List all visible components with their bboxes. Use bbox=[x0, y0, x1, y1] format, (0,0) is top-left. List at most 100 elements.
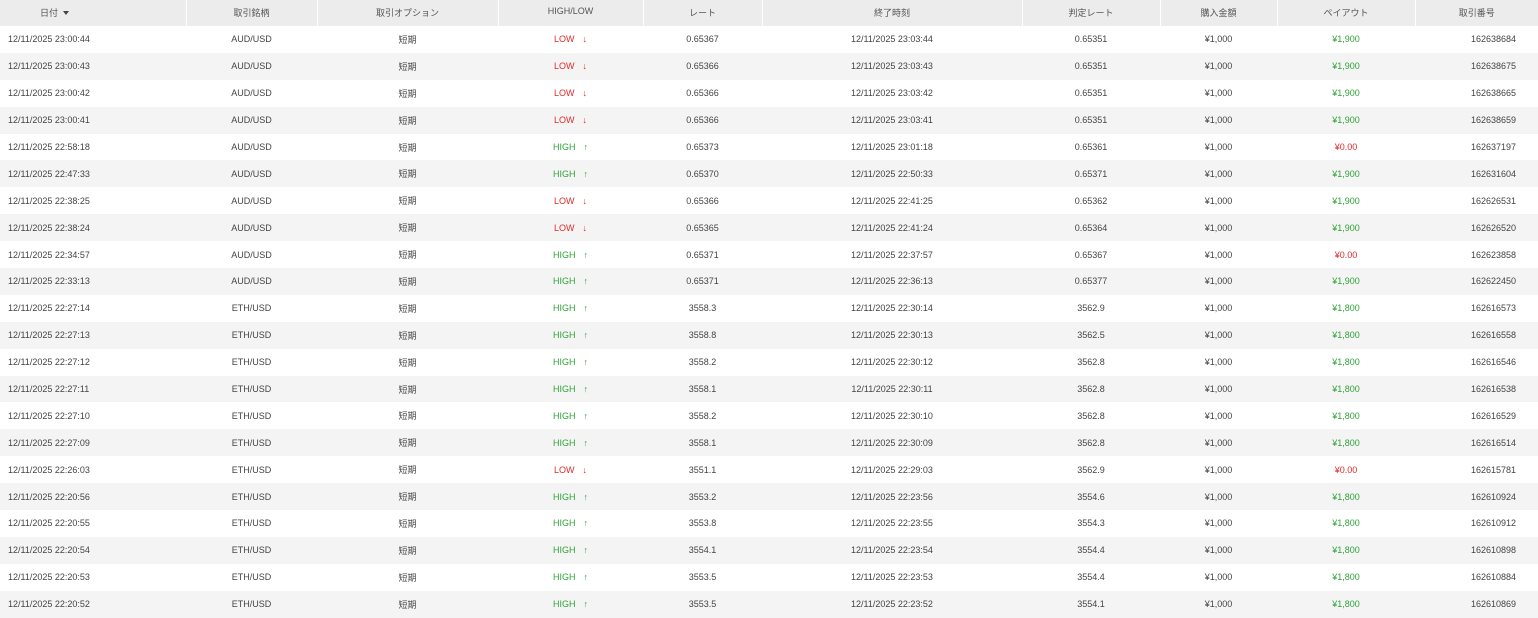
cell-rate: 0.65370 bbox=[686, 168, 719, 179]
cell-amount: ¥1,000 bbox=[1204, 222, 1233, 233]
cell-judge-rate: 0.65362 bbox=[1074, 195, 1108, 206]
cell-option: 短期 bbox=[398, 303, 417, 314]
cell-amount: ¥1,000 bbox=[1204, 437, 1233, 448]
cell-end-time: 12/11/2025 23:03:44 bbox=[851, 34, 933, 45]
cell-direction: HIGH ↑ bbox=[498, 402, 643, 429]
header-date[interactable]: 日付 bbox=[0, 0, 187, 26]
direction-label: HIGH bbox=[553, 330, 576, 341]
arrow-up-icon: ↑ bbox=[583, 410, 589, 421]
cell-amount: ¥1,000 bbox=[1204, 142, 1233, 152]
cell-payout: ¥1,900 bbox=[1332, 195, 1360, 206]
header-trade-id: 取引番号 bbox=[1458, 8, 1495, 18]
direction-label: HIGH bbox=[553, 142, 576, 152]
cell-trade-id: 162638665 bbox=[1470, 88, 1516, 99]
cell-end-time: 12/11/2025 22:23:55 bbox=[851, 518, 933, 529]
cell-direction: LOW ↓ bbox=[498, 26, 643, 53]
cell-payout: ¥1,800 bbox=[1332, 572, 1360, 583]
cell-date: 12/11/2025 22:20:53 bbox=[8, 572, 90, 583]
cell-date: 12/11/2025 22:27:09 bbox=[8, 437, 90, 448]
cell-option: 短期 bbox=[398, 411, 417, 422]
cell-date: 12/11/2025 23:00:42 bbox=[8, 88, 90, 99]
cell-option: 短期 bbox=[398, 492, 417, 503]
cell-trade-id: 162616546 bbox=[1470, 357, 1516, 368]
cell-pair: AUD/USD bbox=[231, 115, 272, 126]
cell-pair: ETH/USD bbox=[231, 410, 272, 421]
arrow-up-icon: ↑ bbox=[583, 357, 589, 368]
cell-date: 12/11/2025 22:20:54 bbox=[8, 545, 90, 556]
cell-option: 短期 bbox=[398, 330, 417, 341]
cell-end-time: 12/11/2025 23:03:43 bbox=[851, 61, 933, 72]
cell-payout: ¥1,800 bbox=[1332, 384, 1360, 395]
cell-direction: HIGH ↑ bbox=[498, 564, 643, 591]
cell-pair: ETH/USD bbox=[231, 464, 272, 475]
cell-direction: HIGH ↑ bbox=[498, 537, 643, 564]
arrow-down-icon: ↓ bbox=[582, 115, 588, 126]
cell-judge-rate: 0.65377 bbox=[1074, 276, 1108, 287]
cell-date: 12/11/2025 22:38:25 bbox=[8, 195, 90, 206]
cell-pair: AUD/USD bbox=[231, 61, 272, 72]
cell-judge-rate: 3554.1 bbox=[1077, 599, 1105, 610]
header-direction: HIGH/LOW bbox=[498, 0, 644, 26]
cell-rate: 0.65371 bbox=[686, 249, 719, 260]
cell-trade-id: 162616538 bbox=[1470, 384, 1516, 395]
cell-direction: HIGH ↑ bbox=[498, 268, 643, 295]
cell-amount: ¥1,000 bbox=[1204, 599, 1233, 610]
table-row: 12/11/2025 22:27:09 ETH/USD 短期 HIGH ↑ 3558.1 1… bbox=[0, 429, 1538, 457]
table-row: 12/11/2025 22:20:53 ETH/USD 短期 HIGH ↑ 3553.5 1… bbox=[0, 563, 1538, 591]
table-row: 12/11/2025 23:00:41 AUD/USD 短期 LOW ↓ 0.65366 1… bbox=[0, 106, 1538, 134]
cell-judge-rate: 3554.4 bbox=[1077, 545, 1105, 556]
cell-trade-id: 162626520 bbox=[1470, 222, 1516, 233]
cell-rate: 3558.2 bbox=[688, 410, 717, 421]
cell-option: 短期 bbox=[398, 250, 417, 261]
cell-payout: ¥1,900 bbox=[1332, 61, 1360, 72]
table-row: 12/11/2025 23:00:42 AUD/USD 短期 LOW ↓ 0.65366 1… bbox=[0, 79, 1538, 107]
cell-payout: ¥0.00 bbox=[1334, 249, 1358, 260]
cell-amount: ¥1,000 bbox=[1204, 545, 1233, 556]
cell-pair: AUD/USD bbox=[231, 34, 272, 45]
cell-rate: 3558.3 bbox=[688, 303, 717, 314]
cell-end-time: 12/11/2025 22:30:12 bbox=[851, 357, 933, 368]
cell-direction: HIGH ↑ bbox=[498, 295, 643, 322]
direction-label: HIGH bbox=[553, 384, 576, 395]
direction-label: LOW bbox=[553, 222, 575, 233]
table-row: 12/11/2025 23:00:43 AUD/USD 短期 LOW ↓ 0.65366 1… bbox=[0, 52, 1538, 80]
cell-option: 短期 bbox=[398, 61, 417, 72]
cell-end-time: 12/11/2025 22:30:11 bbox=[851, 384, 933, 395]
cell-rate: 3553.2 bbox=[688, 491, 717, 502]
cell-payout: ¥1,800 bbox=[1332, 491, 1360, 502]
cell-amount: ¥1,000 bbox=[1204, 357, 1233, 368]
cell-date: 12/11/2025 22:27:11 bbox=[8, 384, 90, 395]
sort-down-icon[interactable] bbox=[63, 11, 70, 15]
cell-pair: ETH/USD bbox=[231, 491, 272, 502]
cell-end-time: 12/11/2025 22:23:53 bbox=[851, 572, 933, 583]
direction-label: LOW bbox=[553, 464, 575, 475]
cell-amount: ¥1,000 bbox=[1204, 276, 1233, 287]
cell-payout: ¥1,900 bbox=[1332, 276, 1360, 287]
cell-direction: HIGH ↑ bbox=[498, 349, 643, 376]
cell-end-time: 12/11/2025 22:23:54 bbox=[851, 545, 933, 556]
cell-option: 短期 bbox=[398, 357, 417, 368]
cell-pair: ETH/USD bbox=[231, 518, 272, 529]
cell-rate: 0.65366 bbox=[686, 61, 719, 72]
cell-end-time: 12/11/2025 22:41:24 bbox=[851, 222, 933, 233]
cell-trade-id: 162610898 bbox=[1470, 545, 1516, 556]
cell-amount: ¥1,000 bbox=[1204, 61, 1233, 72]
cell-rate: 3558.1 bbox=[688, 384, 717, 395]
cell-pair: ETH/USD bbox=[231, 437, 272, 448]
cell-direction: HIGH ↑ bbox=[498, 241, 643, 268]
cell-trade-id: 162610912 bbox=[1470, 518, 1516, 529]
direction-label: LOW bbox=[553, 115, 575, 126]
cell-judge-rate: 0.65351 bbox=[1074, 115, 1108, 126]
cell-judge-rate: 0.65351 bbox=[1074, 34, 1108, 45]
cell-rate: 0.65373 bbox=[686, 142, 719, 152]
table-header: 日付 取引銘柄 取引オプション HIGH/LOW レート 終了時刻 判定レート … bbox=[0, 0, 1538, 26]
arrow-down-icon: ↓ bbox=[582, 61, 588, 72]
cell-pair: AUD/USD bbox=[231, 168, 272, 179]
header-rate: レート bbox=[643, 0, 763, 26]
cell-rate: 3553.5 bbox=[688, 599, 717, 610]
table-row: 12/11/2025 22:26:03 ETH/USD 短期 LOW ↓ 3551.1 12… bbox=[0, 456, 1538, 484]
cell-judge-rate: 3562.9 bbox=[1077, 303, 1105, 314]
cell-option: 短期 bbox=[398, 34, 417, 45]
cell-direction: HIGH ↑ bbox=[498, 429, 643, 456]
cell-rate: 3553.5 bbox=[688, 572, 717, 583]
